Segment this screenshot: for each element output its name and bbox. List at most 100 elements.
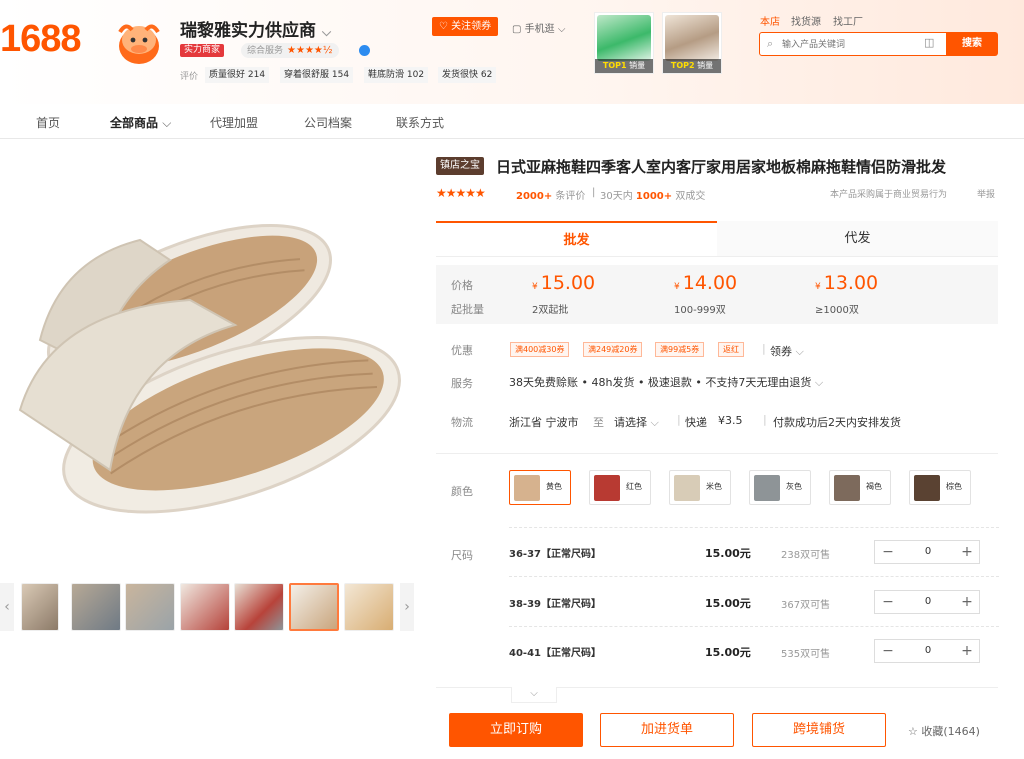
mobile-browse-link[interactable]: ▢ 手机逛 ⌵: [512, 20, 565, 35]
tab-dropship[interactable]: 代发: [717, 221, 998, 256]
nav-all-products[interactable]: 全部商品 ⌵: [110, 114, 171, 131]
camera-icon[interactable]: ◫: [924, 36, 934, 49]
thumb-next-arrow[interactable]: ›: [400, 583, 414, 631]
search-tab-source[interactable]: 找货源: [791, 13, 821, 28]
express-fee: ¥3.5: [718, 414, 743, 427]
compliance-note: 本产品采购属于商业贸易行为: [830, 190, 948, 200]
coupon-tag[interactable]: 满99减5券: [655, 342, 705, 357]
tier-qty: 100-999双: [674, 305, 726, 316]
divider: |: [592, 187, 596, 198]
color-option-brown[interactable]: 棕色: [909, 470, 971, 505]
search-input[interactable]: [782, 36, 922, 52]
review-count[interactable]: 2000+ 条评价: [516, 187, 585, 202]
price-label: 价格: [451, 279, 473, 292]
product-thumbnail[interactable]: [344, 583, 394, 631]
product-thumbnail[interactable]: [71, 583, 121, 631]
coupon-tag[interactable]: 满400减30券: [510, 342, 570, 357]
ship-to-select[interactable]: 请选择 ⌵: [614, 414, 659, 430]
top-rank-label: TOP2 销量: [663, 59, 721, 73]
size-row: 38-39【正常尺码】 15.00元 367双可售 − 0 +: [509, 590, 999, 616]
product-thumbnail[interactable]: [234, 583, 284, 631]
nav-agency[interactable]: 代理加盟: [210, 114, 258, 131]
chevron-down-icon: ⌵: [795, 345, 804, 358]
size-price: 15.00元: [705, 597, 751, 610]
ship-from: 浙江省 宁波市: [509, 416, 579, 429]
color-name: 黄色: [546, 482, 562, 491]
coupon-tag[interactable]: 返红: [718, 342, 744, 357]
nav-home[interactable]: 首页: [36, 114, 60, 131]
plus-icon[interactable]: +: [955, 591, 979, 613]
get-coupon-link[interactable]: 领券 ⌵: [770, 343, 804, 359]
color-option-tan[interactable]: 褐色: [829, 470, 891, 505]
size-stock: 238双可售: [781, 550, 831, 561]
product-thumbnail[interactable]: [125, 583, 175, 631]
search-tab-factory[interactable]: 找工厂: [833, 13, 863, 28]
size-price: 15.00元: [705, 547, 751, 560]
product-thumbnail-selected[interactable]: [289, 583, 339, 631]
search-button[interactable]: 搜索: [946, 32, 998, 56]
quantity-value[interactable]: 0: [901, 640, 955, 662]
site-logo[interactable]: 1688: [0, 18, 82, 61]
color-option-red[interactable]: 红色: [589, 470, 651, 505]
star-icon: ☆: [908, 725, 918, 738]
add-to-cart-button[interactable]: 加进货单: [600, 713, 734, 747]
color-swatch: [594, 475, 620, 501]
service-rating: 综合服务 ★★★★½: [241, 43, 339, 58]
top-product-1[interactable]: TOP1 销量: [594, 12, 654, 74]
logistics-label: 物流: [451, 416, 473, 429]
search-icon: ⌕: [767, 37, 774, 50]
store-treasure-badge: 镇店之宝: [436, 157, 484, 175]
quantity-value[interactable]: 0: [901, 541, 955, 563]
ship-time: 付款成功后2天内安排发货: [773, 416, 901, 429]
nav-contact[interactable]: 联系方式: [396, 114, 444, 131]
top-product-2[interactable]: TOP2 销量: [662, 12, 722, 74]
express-label: 快递: [685, 416, 707, 429]
sold-count: 30天内 1000+ 双成交: [600, 191, 706, 202]
size-name: 40-41【正常尺码】: [509, 648, 601, 659]
tab-wholesale[interactable]: 批发: [436, 221, 717, 256]
quantity-value[interactable]: 0: [901, 591, 955, 613]
service-label: 服务: [451, 377, 473, 390]
shop-header: 1688 瑞黎雅实力供应商 ⌵ 实力商家 综合服务 ★★★★½ 评价 质量很好 21…: [0, 0, 1024, 104]
coupon-tag[interactable]: 满249减20券: [583, 342, 643, 357]
color-swatch: [674, 475, 700, 501]
follow-coupon-button[interactable]: ♡ 关注领券: [432, 17, 498, 36]
top-rank-label: TOP1 销量: [595, 59, 653, 73]
divider: |: [677, 413, 681, 426]
rating-stars: ★★★★★: [436, 186, 486, 200]
shop-name[interactable]: 瑞黎雅实力供应商 ⌵: [180, 16, 331, 41]
divider: |: [763, 413, 767, 426]
ship-to-label: 至: [593, 416, 604, 429]
color-option-gray[interactable]: 灰色: [749, 470, 811, 505]
eval-tag: 发货很快 62: [438, 67, 497, 83]
product-thumbnail[interactable]: [180, 583, 230, 631]
plus-icon[interactable]: +: [955, 541, 979, 563]
color-option-yellow[interactable]: 黄色: [509, 470, 571, 505]
plus-icon[interactable]: +: [955, 640, 979, 662]
color-swatch: [514, 475, 540, 501]
color-option-beige[interactable]: 米色: [669, 470, 731, 505]
report-link[interactable]: 举报: [977, 187, 995, 200]
nav-company[interactable]: 公司档案: [304, 114, 352, 131]
search-tab-store[interactable]: 本店: [760, 13, 780, 28]
size-stock: 535双可售: [781, 649, 831, 660]
product-thumbnail[interactable]: [21, 583, 59, 631]
shop-mascot-icon: [118, 24, 160, 64]
minus-icon[interactable]: −: [875, 541, 901, 563]
favorite-button[interactable]: ☆ 收藏(1464): [908, 723, 980, 739]
divider: [509, 626, 999, 627]
divider: [509, 527, 999, 528]
buy-now-button[interactable]: 立即订购: [449, 713, 583, 747]
strength-merchant-badge: 实力商家: [180, 44, 225, 57]
chevron-down-icon[interactable]: ⌵: [322, 25, 331, 39]
chevron-down-icon: ⌵: [162, 116, 172, 130]
cross-border-button[interactable]: 跨境铺货: [752, 713, 886, 747]
quantity-stepper: − 0 +: [874, 639, 980, 663]
main-product-image[interactable]: [0, 150, 415, 560]
product-thumbnail: [665, 15, 719, 61]
minus-icon[interactable]: −: [875, 591, 901, 613]
expand-sizes-toggle[interactable]: ⌵: [511, 687, 557, 703]
thumb-prev-arrow[interactable]: ‹: [0, 583, 14, 631]
minus-icon[interactable]: −: [875, 640, 901, 662]
service-text[interactable]: 38天免费赊账 • 48h发货 • 极速退款 • 不支持7天无理由退货 ⌵: [509, 374, 823, 390]
